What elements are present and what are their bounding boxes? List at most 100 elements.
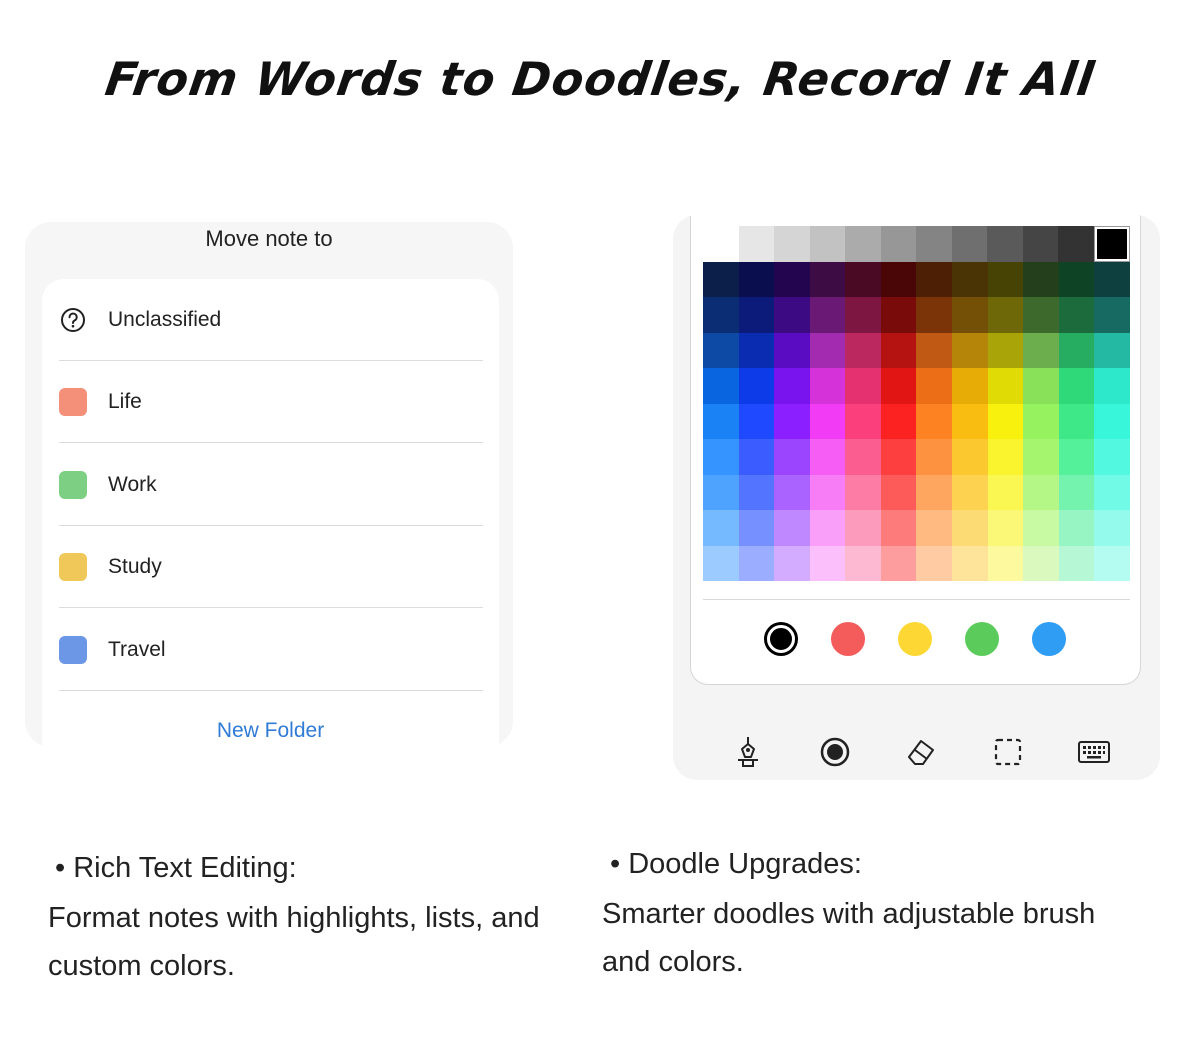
color-swatch[interactable] — [880, 262, 917, 298]
color-swatch[interactable] — [809, 332, 846, 369]
color-swatch[interactable] — [880, 474, 917, 511]
recent-color-red[interactable] — [831, 622, 865, 656]
folder-item-unclassified[interactable]: Unclassified — [59, 279, 483, 361]
color-swatch[interactable] — [916, 332, 953, 369]
color-swatch[interactable] — [1094, 439, 1130, 475]
color-swatch[interactable] — [1023, 403, 1059, 440]
folder-item-life[interactable]: Life — [59, 361, 483, 443]
color-swatch[interactable] — [703, 297, 739, 333]
color-swatch[interactable] — [1094, 262, 1130, 298]
color-swatch[interactable] — [1058, 262, 1095, 298]
color-swatch[interactable] — [845, 262, 881, 298]
color-swatch[interactable] — [774, 474, 810, 511]
color-swatch[interactable] — [952, 439, 988, 475]
eraser-button[interactable] — [904, 735, 938, 769]
color-swatch[interactable] — [809, 262, 846, 298]
color-swatch[interactable] — [880, 297, 917, 333]
color-swatch[interactable] — [1023, 332, 1059, 369]
color-swatch[interactable] — [738, 403, 775, 440]
color-swatch[interactable] — [1023, 510, 1059, 546]
color-swatch[interactable] — [774, 510, 810, 546]
color-swatch[interactable] — [845, 297, 881, 333]
color-swatch[interactable] — [987, 297, 1024, 333]
color-swatch[interactable] — [916, 439, 953, 475]
color-swatch[interactable] — [952, 545, 988, 581]
color-swatch[interactable] — [809, 545, 846, 581]
recent-color-black[interactable] — [767, 625, 795, 653]
color-swatch[interactable] — [809, 403, 846, 440]
pen-tool-button[interactable] — [731, 735, 765, 769]
color-swatch[interactable] — [774, 545, 810, 581]
color-swatch[interactable] — [1094, 297, 1130, 333]
color-swatch[interactable] — [880, 368, 917, 404]
color-swatch[interactable] — [845, 510, 881, 546]
color-swatch[interactable] — [738, 262, 775, 298]
color-swatch[interactable] — [916, 510, 953, 546]
color-swatch[interactable] — [738, 332, 775, 369]
color-swatch[interactable] — [738, 510, 775, 546]
brush-size-button[interactable] — [818, 735, 852, 769]
color-swatch[interactable] — [1058, 474, 1095, 511]
color-swatch[interactable] — [1094, 474, 1130, 511]
color-swatch[interactable] — [703, 332, 739, 369]
new-folder-button[interactable]: New Folder — [42, 719, 499, 743]
color-swatch[interactable] — [845, 545, 881, 581]
color-swatch[interactable] — [1094, 332, 1130, 369]
color-swatch[interactable] — [987, 332, 1024, 369]
keyboard-button[interactable] — [1077, 735, 1111, 769]
gray-swatch[interactable] — [1058, 226, 1094, 262]
color-swatch[interactable] — [1058, 332, 1095, 369]
color-swatch[interactable] — [952, 332, 988, 369]
gray-swatch[interactable] — [1022, 226, 1058, 262]
color-swatch[interactable] — [1094, 510, 1130, 546]
color-swatch[interactable] — [987, 403, 1024, 440]
color-swatch[interactable] — [703, 510, 739, 546]
color-swatch[interactable] — [987, 545, 1024, 581]
color-swatch[interactable] — [1058, 297, 1095, 333]
color-swatch[interactable] — [738, 474, 775, 511]
selected-color-swatch[interactable] — [1094, 226, 1130, 262]
color-swatch[interactable] — [1058, 439, 1095, 475]
color-swatch[interactable] — [845, 474, 881, 511]
color-swatch[interactable] — [774, 439, 810, 475]
color-swatch[interactable] — [987, 439, 1024, 475]
color-swatch[interactable] — [703, 474, 739, 511]
color-swatch[interactable] — [952, 297, 988, 333]
color-swatch[interactable] — [774, 262, 810, 298]
color-swatch[interactable] — [952, 368, 988, 404]
gray-swatch[interactable] — [880, 226, 916, 262]
color-swatch[interactable] — [1023, 262, 1059, 298]
color-swatch[interactable] — [916, 297, 953, 333]
color-swatch[interactable] — [916, 403, 953, 440]
color-swatch[interactable] — [1058, 368, 1095, 404]
color-swatch[interactable] — [880, 439, 917, 475]
color-swatch[interactable] — [703, 439, 739, 475]
color-swatch[interactable] — [987, 262, 1024, 298]
color-swatch[interactable] — [1058, 510, 1095, 546]
folder-item-travel[interactable]: Travel — [59, 609, 483, 691]
color-swatch[interactable] — [987, 368, 1024, 404]
color-swatch[interactable] — [703, 368, 739, 404]
lasso-select-button[interactable] — [991, 735, 1025, 769]
color-swatch[interactable] — [1058, 403, 1095, 440]
color-swatch[interactable] — [845, 439, 881, 475]
color-swatch[interactable] — [1023, 297, 1059, 333]
color-swatch[interactable] — [880, 545, 917, 581]
color-swatch[interactable] — [880, 403, 917, 440]
color-swatch[interactable] — [952, 474, 988, 511]
color-swatch[interactable] — [916, 545, 953, 581]
gray-swatch[interactable] — [845, 226, 881, 262]
color-swatch[interactable] — [987, 474, 1024, 511]
color-swatch[interactable] — [809, 439, 846, 475]
color-swatch[interactable] — [809, 297, 846, 333]
folder-item-work[interactable]: Work — [59, 444, 483, 526]
color-swatch[interactable] — [738, 439, 775, 475]
color-swatch[interactable] — [1094, 403, 1130, 440]
color-swatch[interactable] — [845, 403, 881, 440]
color-swatch[interactable] — [880, 510, 917, 546]
color-swatch[interactable] — [1023, 474, 1059, 511]
color-swatch[interactable] — [703, 545, 739, 581]
gray-swatch[interactable] — [738, 226, 774, 262]
recent-color-green[interactable] — [965, 622, 999, 656]
color-swatch[interactable] — [1094, 545, 1130, 581]
